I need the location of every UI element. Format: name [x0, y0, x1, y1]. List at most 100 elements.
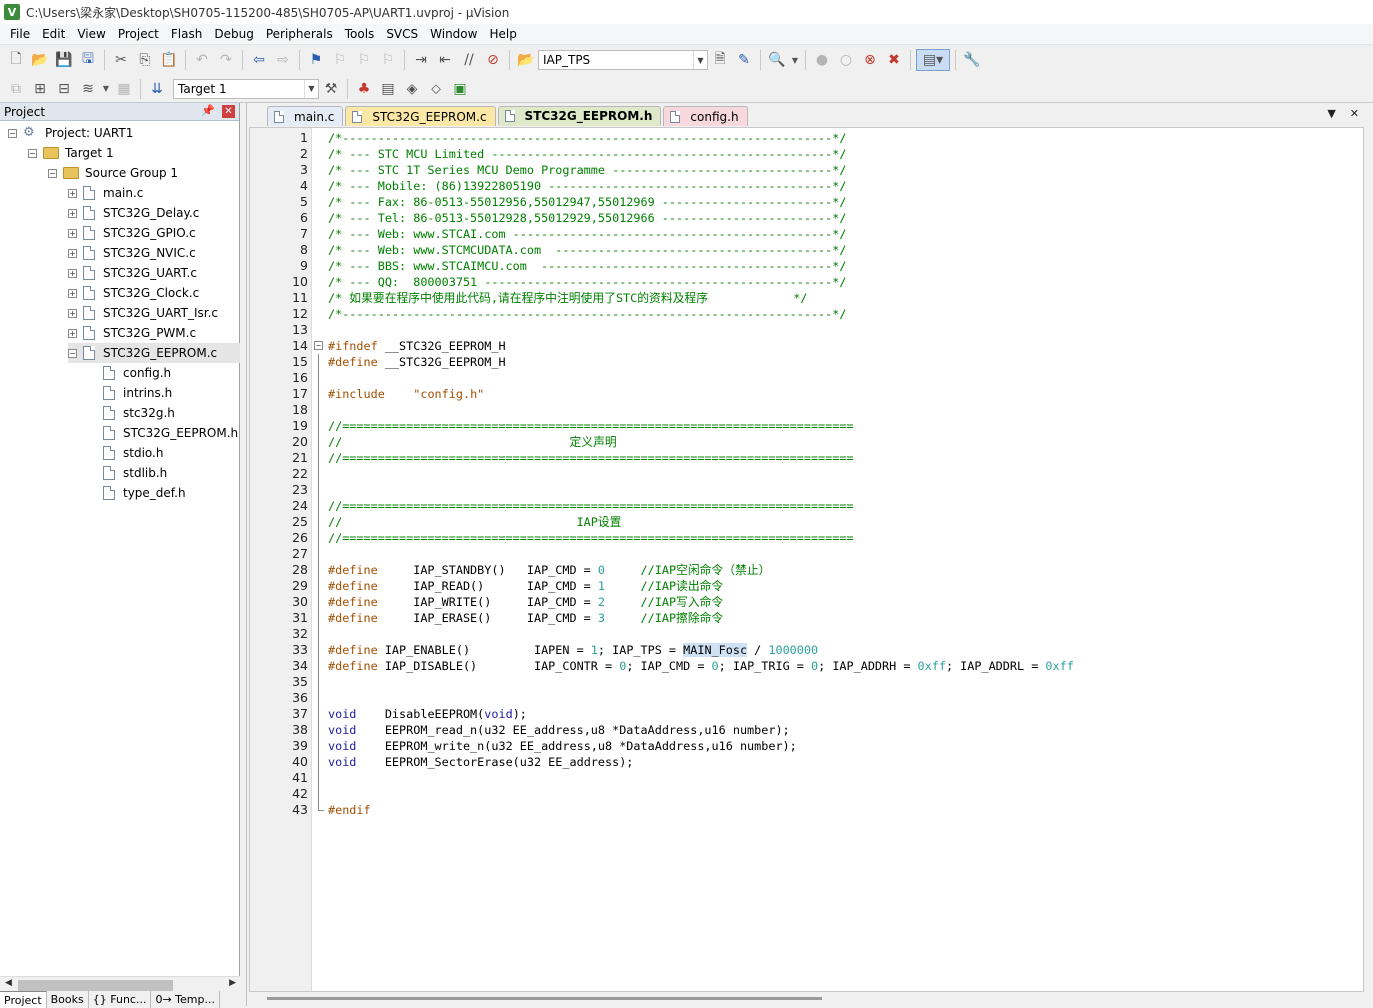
next-bookmark-icon[interactable]: ⚐	[353, 49, 375, 71]
tree-item-file[interactable]: stdio.h	[88, 443, 163, 463]
menu-project[interactable]: Project	[112, 24, 165, 45]
paste-icon[interactable]: 📋	[158, 49, 180, 71]
uncomment-selection-icon[interactable]: ⊘	[482, 49, 504, 71]
expander-icon[interactable]: +	[68, 328, 77, 338]
tree-item-file[interactable]: + STC32G_UART_Isr.c	[68, 303, 218, 323]
save-icon[interactable]: 💾	[53, 49, 75, 71]
stop-build-icon[interactable]: ▦	[113, 78, 135, 100]
panel-tab[interactable]: Project	[0, 991, 47, 1008]
target-select[interactable]: Target 1 ▼	[173, 78, 319, 99]
expander-icon[interactable]: +	[68, 268, 77, 278]
manage-components-icon[interactable]: ▣	[449, 78, 471, 100]
translate-icon[interactable]: ⧉	[5, 78, 27, 100]
code-line[interactable]: 34 #define IAP_DISABLE() IAP_CONTR = 0; I…	[250, 658, 1363, 674]
find-icon[interactable]: 🗎	[709, 49, 731, 71]
code-line[interactable]: 22	[250, 466, 1363, 482]
incremental-find-icon[interactable]: ✎	[733, 49, 755, 71]
menu-debug[interactable]: Debug	[208, 24, 259, 45]
tab-list-chevron-icon[interactable]: ▼	[1327, 107, 1335, 120]
scroll-right-icon[interactable]: ▶	[229, 978, 236, 988]
chevron-down-icon[interactable]: ▼	[101, 78, 111, 100]
target-options-icon[interactable]: ⚒	[320, 78, 342, 100]
indent-icon[interactable]: ⇥	[410, 49, 432, 71]
code-line[interactable]: 17 #include "config.h"	[250, 386, 1363, 402]
pack-installer-icon[interactable]: ⬦	[425, 78, 447, 100]
code-line[interactable]: 35	[250, 674, 1363, 690]
disable-breakpoint-icon[interactable]: ○	[835, 49, 857, 71]
code-line[interactable]: 3 /* --- STC 1T Series MCU Demo Programme…	[250, 162, 1363, 178]
tree-item-file[interactable]: + main.c	[68, 183, 143, 203]
chevron-down-icon[interactable]: ▼	[693, 51, 707, 69]
expander-icon[interactable]: +	[68, 208, 77, 218]
tree-item-file[interactable]: type_def.h	[88, 483, 186, 503]
code-line[interactable]: 24 //====================================…	[250, 498, 1363, 514]
code-line[interactable]: 30 #define IAP_WRITE() IAP_CMD = 2 //IAP写…	[250, 594, 1363, 610]
tree-item-file[interactable]: stc32g.h	[88, 403, 175, 423]
tree-item-file[interactable]: − STC32G_EEPROM.c	[68, 343, 240, 363]
expander-icon[interactable]: +	[68, 308, 77, 318]
clear-bookmarks-icon[interactable]: ⚐	[377, 49, 399, 71]
manage-rte-icon[interactable]: ◈	[401, 78, 423, 100]
redo-icon[interactable]: ↷	[215, 49, 237, 71]
expander-icon[interactable]: −	[8, 128, 17, 138]
fold-collapse-icon[interactable]: −	[314, 341, 323, 350]
close-icon[interactable]: ✕	[222, 105, 235, 118]
chevron-down-icon[interactable]: ▼	[304, 79, 318, 98]
menu-help[interactable]: Help	[483, 24, 522, 45]
insert-bookmark-icon[interactable]: ⚑	[305, 49, 327, 71]
menu-file[interactable]: File	[4, 24, 36, 45]
tree-item-file[interactable]: + STC32G_UART.c	[68, 263, 197, 283]
code-line[interactable]: 19 //====================================…	[250, 418, 1363, 434]
chevron-down-icon[interactable]: ▼	[790, 49, 800, 71]
navigate-forward-icon[interactable]: ⇨	[272, 49, 294, 71]
menu-flash[interactable]: Flash	[165, 24, 208, 45]
configure-icon[interactable]: 🔧	[961, 49, 983, 71]
tree-item-project[interactable]: − ⚙ Project: UART1	[8, 123, 133, 143]
tree-item-file[interactable]: + STC32G_Delay.c	[68, 203, 199, 223]
menu-view[interactable]: View	[71, 24, 111, 45]
unindent-icon[interactable]: ⇤	[434, 49, 456, 71]
code-line[interactable]: 5 /* --- Fax: 86-0513-55012956,55012947,5…	[250, 194, 1363, 210]
kill-all-breakpoints-icon[interactable]: ✖	[883, 49, 905, 71]
code-line[interactable]: 36	[250, 690, 1363, 706]
menu-window[interactable]: Window	[424, 24, 483, 45]
code-line[interactable]: 27	[250, 546, 1363, 562]
code-line[interactable]: 29 #define IAP_READ() IAP_CMD = 1 //IAP读出…	[250, 578, 1363, 594]
disable-all-breakpoints-icon[interactable]: ⊗	[859, 49, 881, 71]
editor-vertical-scrollbar[interactable]	[1365, 127, 1373, 992]
code-line[interactable]: 25 // IAP设置	[250, 514, 1363, 530]
menu-svcs[interactable]: SVCS	[380, 24, 424, 45]
code-line[interactable]: 37 void DisableEEPROM(void);	[250, 706, 1363, 722]
tree-item-file[interactable]: config.h	[88, 363, 171, 383]
menu-edit[interactable]: Edit	[36, 24, 71, 45]
menu-peripherals[interactable]: Peripherals	[260, 24, 339, 45]
manage-project-items-icon[interactable]: ♣	[353, 78, 375, 100]
code-line[interactable]: 40 void EEPROM_SectorErase(u32 EE_address…	[250, 754, 1363, 770]
code-line[interactable]: 41	[250, 770, 1363, 786]
tree-item-file[interactable]: + STC32G_NVIC.c	[68, 243, 196, 263]
new-file-icon[interactable]: 🗋	[5, 49, 27, 71]
tree-item-file[interactable]: intrins.h	[88, 383, 172, 403]
code-line[interactable]: 16	[250, 370, 1363, 386]
tree-item-file[interactable]: + STC32G_Clock.c	[68, 283, 199, 303]
editor-tab[interactable]: STC32G_EEPROM.h	[497, 106, 662, 126]
comment-selection-icon[interactable]: //	[458, 49, 480, 71]
batch-build-icon[interactable]: ≋	[77, 78, 99, 100]
code-line[interactable]: 11 /* 如果要在程序中使用此代码,请在程序中注明使用了STC的资料及程序 */	[250, 290, 1363, 306]
code-line[interactable]: 33 #define IAP_ENABLE() IAPEN = 1; IAP_TP…	[250, 642, 1363, 658]
code-line[interactable]: 38 void EEPROM_read_n(u32 EE_address,u8 *…	[250, 722, 1363, 738]
tree-item-file[interactable]: + STC32G_GPIO.c	[68, 223, 196, 243]
breakpoint-icon[interactable]: ●	[811, 49, 833, 71]
code-line[interactable]: 23	[250, 482, 1363, 498]
scrollbar-thumb[interactable]	[267, 997, 822, 1000]
code-line[interactable]: 8 /* --- Web: www.STCMCUDATA.com --------…	[250, 242, 1363, 258]
code-line[interactable]: 20 // 定义声明	[250, 434, 1363, 450]
debug-session-icon[interactable]: 🔍	[766, 49, 788, 71]
build-icon[interactable]: ⊞	[29, 78, 51, 100]
pin-icon[interactable]: 📌	[201, 104, 215, 117]
select-packs-icon[interactable]: ▤	[377, 78, 399, 100]
expander-icon[interactable]: +	[68, 228, 77, 238]
menu-tools[interactable]: Tools	[339, 24, 381, 45]
save-all-icon[interactable]: 🖫	[77, 49, 99, 71]
open-file-icon[interactable]: 📂	[29, 49, 51, 71]
